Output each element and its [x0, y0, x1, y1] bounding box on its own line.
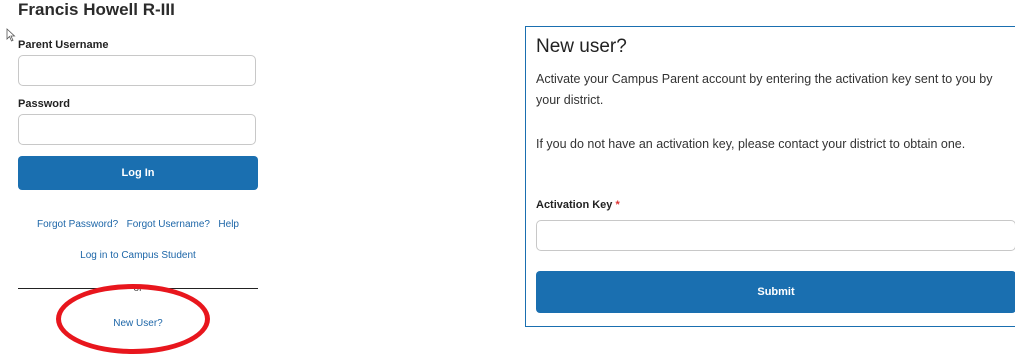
district-name: Francis Howell R-III: [18, 0, 175, 19]
activation-instructions: Activate your Campus Parent account by e…: [536, 72, 993, 107]
no-key-instructions: If you do not have an activation key, pl…: [536, 137, 966, 151]
account-help-links: Forgot Password? Forgot Username? Help: [18, 214, 258, 232]
activation-key-label-text: Activation Key: [536, 199, 613, 211]
submit-button[interactable]: Submit: [536, 271, 1015, 313]
password-label: Password: [18, 98, 70, 110]
username-label: Parent Username: [18, 39, 109, 51]
forgot-password-link[interactable]: Forgot Password?: [37, 219, 118, 230]
divider-line-right: [152, 288, 258, 289]
new-user-card: New user? Activate your Campus Parent ac…: [525, 26, 1015, 327]
activation-key-label: Activation Key *: [536, 199, 620, 211]
password-input[interactable]: [18, 114, 256, 145]
campus-student-row: Log in to Campus Student: [18, 245, 258, 263]
mouse-pointer-icon: [6, 28, 16, 42]
username-input[interactable]: [18, 55, 256, 86]
help-link[interactable]: Help: [218, 219, 239, 230]
card-title: New user?: [536, 36, 627, 57]
required-marker: *: [615, 199, 620, 211]
new-user-link[interactable]: New User?: [113, 318, 162, 329]
campus-student-link[interactable]: Log in to Campus Student: [80, 250, 196, 261]
or-divider: or: [18, 283, 258, 295]
new-user-row: New User?: [18, 313, 258, 331]
activation-key-input[interactable]: [536, 220, 1015, 251]
login-button[interactable]: Log In: [18, 156, 258, 190]
forgot-username-link[interactable]: Forgot Username?: [127, 219, 210, 230]
